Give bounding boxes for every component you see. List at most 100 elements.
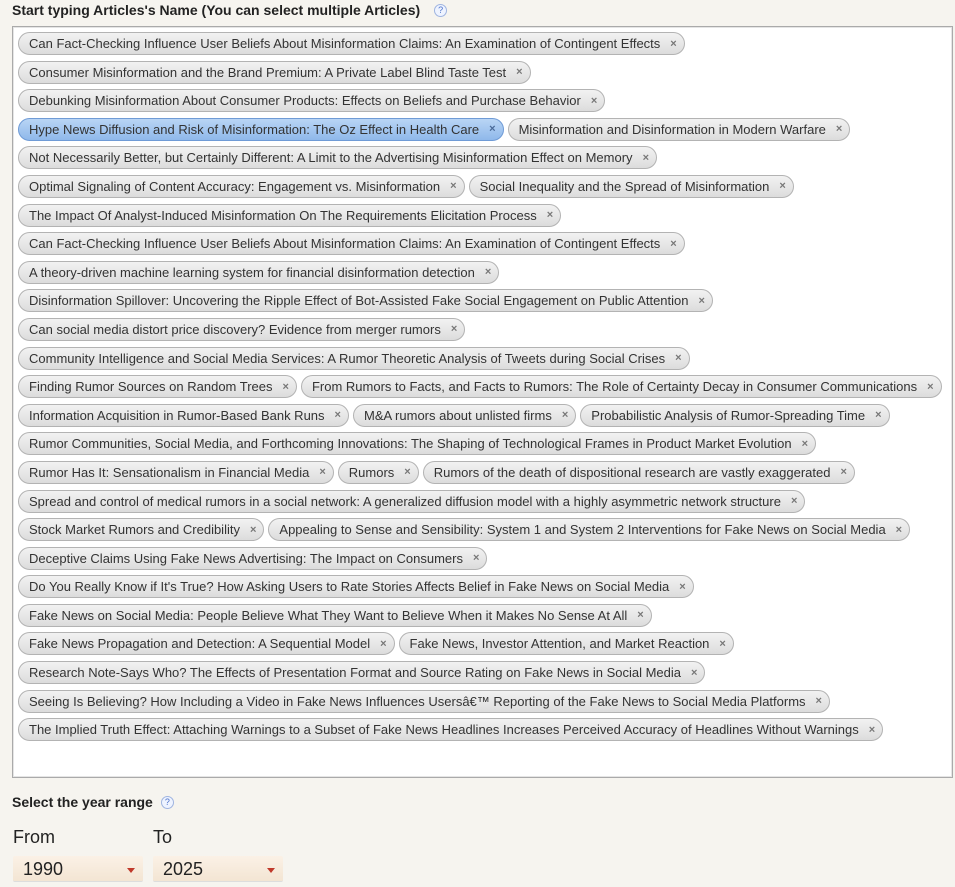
remove-chip-icon[interactable]: × [670, 38, 676, 50]
selected-article-chip[interactable]: From Rumors to Facts, and Facts to Rumor… [300, 375, 942, 399]
articles-field-label: Start typing Articles's Name (You can se… [12, 2, 448, 18]
selected-article-chip[interactable]: Rumor Communities, Social Media, and For… [18, 432, 817, 456]
selected-article-chip[interactable]: The Implied Truth Effect: Attaching Warn… [18, 718, 884, 742]
remove-chip-icon[interactable]: × [473, 552, 479, 564]
remove-chip-icon[interactable]: × [816, 695, 822, 707]
chip-label: Fake News Propagation and Detection: A S… [29, 636, 371, 652]
chip-label: Information Acquisition in Rumor-Based B… [29, 407, 325, 423]
chip-label: Seeing Is Believing? How Including a Vid… [29, 693, 806, 709]
selected-article-chip[interactable]: Fake News on Social Media: People Believ… [18, 603, 652, 627]
remove-chip-icon[interactable]: × [779, 180, 785, 192]
chip-label: Do You Really Know if It's True? How Ask… [29, 579, 670, 595]
remove-chip-icon[interactable]: × [283, 381, 289, 393]
remove-chip-icon[interactable]: × [869, 724, 875, 736]
selected-article-chip[interactable]: Debunking Misinformation About Consumer … [18, 89, 606, 113]
selected-article-chip[interactable]: Deceptive Claims Using Fake News Adverti… [18, 546, 488, 570]
chip-label: Finding Rumor Sources on Random Trees [29, 379, 273, 395]
remove-chip-icon[interactable]: × [791, 495, 797, 507]
chip-label: Rumors of the death of dispositional res… [433, 464, 831, 480]
chevron-down-icon [267, 868, 275, 873]
selected-article-chip[interactable]: Can Fact-Checking Influence User Beliefs… [18, 232, 685, 256]
selected-article-chip[interactable]: Consumer Misinformation and the Brand Pr… [18, 60, 531, 84]
selected-article-chip[interactable]: Appealing to Sense and Sensibility: Syst… [268, 518, 911, 542]
remove-chip-icon[interactable]: × [451, 323, 457, 335]
remove-chip-icon[interactable]: × [516, 66, 522, 78]
remove-chip-icon[interactable]: × [591, 95, 597, 107]
remove-chip-icon[interactable]: × [489, 123, 495, 135]
selected-article-chip[interactable]: Information Acquisition in Rumor-Based B… [18, 403, 349, 427]
remove-chip-icon[interactable]: × [699, 295, 705, 307]
remove-chip-icon[interactable]: × [485, 266, 491, 278]
remove-chip-icon[interactable]: × [250, 524, 256, 536]
selected-article-chip[interactable]: Finding Rumor Sources on Random Trees × [18, 375, 297, 399]
remove-chip-icon[interactable]: × [380, 638, 386, 650]
from-year-select[interactable]: 1990 [13, 856, 143, 882]
selected-article-chip[interactable]: Do You Really Know if It's True? How Ask… [18, 575, 694, 599]
chip-label: Fake News, Investor Attention, and Marke… [409, 636, 710, 652]
chip-label: Rumor Communities, Social Media, and For… [29, 436, 792, 452]
chip-label: Consumer Misinformation and the Brand Pr… [29, 64, 507, 80]
selected-article-chip[interactable]: Community Intelligence and Social Media … [18, 346, 690, 370]
from-year-value: 1990 [23, 859, 64, 879]
remove-chip-icon[interactable]: × [547, 209, 553, 221]
remove-chip-icon[interactable]: × [927, 381, 933, 393]
remove-chip-icon[interactable]: × [679, 581, 685, 593]
year-help-icon[interactable]: ? [160, 795, 174, 809]
chip-label: Fake News on Social Media: People Believ… [29, 607, 628, 623]
remove-chip-icon[interactable]: × [637, 609, 643, 621]
articles-multiselect[interactable]: Can Fact-Checking Influence User Beliefs… [12, 26, 953, 778]
remove-chip-icon[interactable]: × [840, 466, 846, 478]
selected-article-chip[interactable]: Rumors of the death of dispositional res… [422, 460, 855, 484]
chip-label: Spread and control of medical rumors in … [29, 493, 781, 509]
selected-article-chip[interactable]: M&A rumors about unlisted firms × [352, 403, 577, 427]
remove-chip-icon[interactable]: × [404, 466, 410, 478]
selected-article-chip[interactable]: The Impact Of Analyst-Induced Misinforma… [18, 203, 562, 227]
remove-chip-icon[interactable]: × [691, 667, 697, 679]
remove-chip-icon[interactable]: × [875, 409, 881, 421]
selected-article-chip[interactable]: Rumor Has It: Sensationalism in Financia… [18, 460, 334, 484]
selected-article-chip[interactable]: Can social media distort price discovery… [18, 317, 466, 341]
chip-label: The Impact Of Analyst-Induced Misinforma… [29, 207, 537, 223]
selected-article-chip[interactable]: Spread and control of medical rumors in … [18, 489, 806, 513]
chip-label: Rumors [348, 464, 395, 480]
chip-label: Debunking Misinformation About Consumer … [29, 93, 581, 109]
selected-article-chip[interactable]: Rumors × [337, 460, 419, 484]
remove-chip-icon[interactable]: × [719, 638, 725, 650]
chip-label: Stock Market Rumors and Credibility [29, 522, 240, 538]
remove-chip-icon[interactable]: × [643, 152, 649, 164]
selected-article-chip[interactable]: Seeing Is Believing? How Including a Vid… [18, 689, 830, 713]
selected-article-chip[interactable]: Can Fact-Checking Influence User Beliefs… [18, 32, 685, 55]
remove-chip-icon[interactable]: × [319, 466, 325, 478]
selected-article-chip[interactable]: Misinformation and Disinformation in Mod… [507, 117, 851, 141]
help-icon[interactable]: ? [434, 3, 448, 17]
selected-article-chip[interactable]: Fake News Propagation and Detection: A S… [18, 632, 395, 656]
selected-article-chip[interactable]: Not Necessarily Better, but Certainly Di… [18, 146, 657, 170]
chip-label: Hype News Diffusion and Risk of Misinfor… [29, 121, 480, 137]
remove-chip-icon[interactable]: × [670, 238, 676, 250]
chip-label: The Implied Truth Effect: Attaching Warn… [29, 722, 859, 738]
remove-chip-icon[interactable]: × [802, 438, 808, 450]
chip-label: Probabilistic Analysis of Rumor-Spreadin… [591, 407, 866, 423]
chip-label: M&A rumors about unlisted firms [363, 407, 552, 423]
remove-chip-icon[interactable]: × [335, 409, 341, 421]
chip-label: Rumor Has It: Sensationalism in Financia… [29, 464, 310, 480]
chip-label: Misinformation and Disinformation in Mod… [518, 121, 826, 137]
selected-article-chip[interactable]: Probabilistic Analysis of Rumor-Spreadin… [580, 403, 890, 427]
chip-label: Can Fact-Checking Influence User Beliefs… [29, 236, 661, 252]
selected-article-chip[interactable]: Stock Market Rumors and Credibility × [18, 518, 265, 542]
selected-article-chip[interactable]: Optimal Signaling of Content Accuracy: E… [18, 174, 465, 198]
selected-article-chip[interactable]: Disinformation Spillover: Uncovering the… [18, 289, 713, 313]
selected-article-chip[interactable]: Research Note-Says Who? The Effects of P… [18, 661, 706, 685]
remove-chip-icon[interactable]: × [562, 409, 568, 421]
remove-chip-icon[interactable]: × [675, 352, 681, 364]
selected-article-chip[interactable]: Hype News Diffusion and Risk of Misinfor… [18, 117, 504, 141]
chip-label: Deceptive Claims Using Fake News Adverti… [29, 550, 463, 566]
remove-chip-icon[interactable]: × [836, 123, 842, 135]
selected-article-chip[interactable]: Social Inequality and the Spread of Misi… [468, 174, 794, 198]
selected-article-chip[interactable]: A theory-driven machine learning system … [18, 260, 500, 284]
selected-article-chip[interactable]: Fake News, Investor Attention, and Marke… [398, 632, 734, 656]
remove-chip-icon[interactable]: × [450, 180, 456, 192]
remove-chip-icon[interactable]: × [896, 524, 902, 536]
to-year-select[interactable]: 2025 [153, 856, 283, 882]
to-label: To [153, 827, 173, 847]
